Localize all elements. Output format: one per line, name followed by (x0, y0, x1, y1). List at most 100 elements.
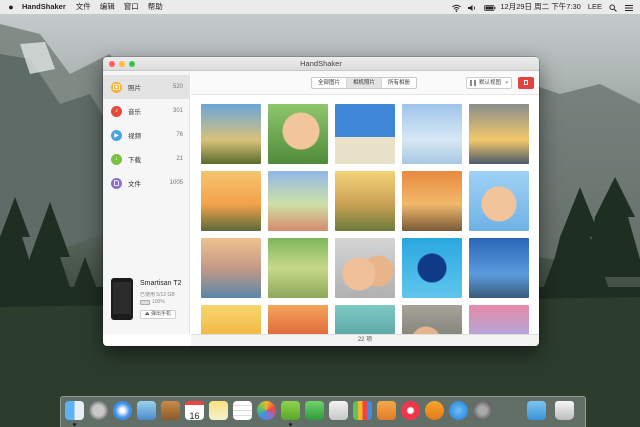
device-battery-value: 100% (152, 299, 165, 305)
photo-thumbnail[interactable] (469, 104, 529, 164)
photo-thumbnail[interactable] (335, 238, 395, 298)
photo-thumbnail[interactable] (469, 171, 529, 231)
eject-phone-button[interactable]: ⏏ 弹出手机 (140, 310, 176, 319)
download-icon: ↓ (111, 153, 122, 165)
photo-thumbnail[interactable] (469, 238, 529, 298)
photo-thumbnail[interactable] (402, 104, 462, 164)
sidebar-item-label: 文件 (128, 181, 141, 188)
photo-thumbnail[interactable] (268, 171, 328, 231)
menu-bar: ● HandShaker 文件 编辑 窗口 帮助 12月29日 周二 下午7:3… (0, 0, 640, 14)
sidebar-item-count: 76 (176, 132, 183, 138)
handshaker-icon[interactable] (281, 401, 300, 420)
photo-thumbnail[interactable] (335, 305, 395, 334)
system-preferences-icon[interactable] (473, 401, 492, 420)
item-count: 22 项 (357, 337, 373, 343)
sidebar-item-photos[interactable]: 照片 520 (103, 75, 189, 99)
menu-file[interactable]: 文件 (76, 0, 91, 14)
music-app-icon[interactable] (401, 401, 420, 420)
downloads-folder-icon[interactable] (527, 401, 546, 420)
photo-thumbnail[interactable] (268, 238, 328, 298)
photo-grid (201, 104, 531, 334)
photo-thumbnail[interactable] (402, 171, 462, 231)
sidebar-item-label: 视频 (128, 133, 141, 140)
finder-icon[interactable] (65, 401, 84, 420)
sidebar-item-music[interactable]: ♪ 音乐 301 (103, 99, 189, 123)
sidebar: 照片 520 ♪ 音乐 301 ▶ 视频 76 ↓ 下载 21 文件 1005 … (103, 71, 190, 334)
keynote-icon[interactable] (329, 401, 348, 420)
photo-thumbnail[interactable] (402, 238, 462, 298)
safari-icon[interactable] (113, 401, 132, 420)
sidebar-item-count: 301 (172, 108, 183, 114)
photo-thumbnail[interactable] (201, 104, 261, 164)
minimize-button[interactable] (119, 61, 125, 67)
sidebar-item-downloads[interactable]: ↓ 下载 21 (103, 147, 189, 171)
menu-window[interactable]: 窗口 (124, 0, 139, 14)
numbers-icon[interactable] (353, 401, 372, 420)
apple-menu-icon[interactable]: ● (6, 0, 16, 14)
battery-level-icon (140, 299, 150, 305)
photo-thumbnail[interactable] (335, 171, 395, 231)
device-name: Smartisan T2 (140, 280, 182, 287)
contacts-icon[interactable] (161, 401, 180, 420)
sidebar-item-label: 下载 (128, 157, 141, 164)
sidebar-item-label: 照片 (128, 85, 141, 92)
notification-center-icon[interactable] (625, 3, 634, 11)
handshaker-window: HandShaker 照片 520 ♪ 音乐 301 ▶ 视频 76 ↓ 下载 … (103, 57, 539, 346)
spotlight-search-icon[interactable] (609, 3, 618, 12)
zoom-button[interactable] (129, 61, 135, 67)
photo-thumbnail[interactable] (201, 238, 261, 298)
battery-icon[interactable] (484, 3, 496, 11)
photo-thumbnail[interactable] (201, 171, 261, 231)
tab-all-albums[interactable]: 所有相册 (382, 78, 417, 88)
tab-camera-photos[interactable]: 相机照片 (347, 78, 383, 88)
running-indicator (289, 423, 292, 426)
view-mode-label: 默认视图 (479, 80, 502, 86)
photo-thumbnail[interactable] (469, 305, 529, 334)
preview-icon[interactable] (137, 401, 156, 420)
phone-device-icon (111, 278, 133, 320)
photo-thumbnail[interactable] (268, 104, 328, 164)
device-panel: Smartisan T2 已使用 5/12 GB 100% ⏏ 弹出手机 (109, 276, 187, 326)
tab-all-photos[interactable]: 全部图片 (312, 78, 348, 88)
delete-button[interactable] (518, 77, 534, 89)
menu-app-name[interactable]: HandShaker (22, 0, 66, 14)
photo-icon (111, 81, 122, 93)
window-controls (109, 61, 135, 67)
facetime-icon[interactable] (305, 401, 324, 420)
eject-label: 弹出手机 (151, 311, 172, 317)
sidebar-item-files[interactable]: 文件 1005 (103, 171, 189, 195)
toolbar: 全部图片 相机照片 所有相册 默认视图 ▾ (191, 71, 539, 95)
view-mode-select[interactable]: 默认视图 ▾ (466, 77, 512, 89)
close-button[interactable] (109, 61, 115, 67)
file-icon (111, 177, 122, 189)
sidebar-item-count: 21 (176, 156, 183, 162)
running-indicator (73, 423, 76, 426)
dock: 16 (60, 396, 586, 427)
sidebar-item-count: 520 (172, 84, 183, 90)
appstore-icon[interactable] (449, 401, 468, 420)
chevron-down-icon: ▾ (505, 80, 508, 86)
volume-icon[interactable] (468, 3, 477, 11)
device-battery: 100% (140, 299, 165, 305)
photo-thumbnail[interactable] (335, 104, 395, 164)
reminders-icon[interactable] (233, 401, 252, 420)
wifi-icon[interactable] (452, 3, 462, 12)
menubar-clock[interactable]: 12月29日 周二 下午7:30 (500, 0, 580, 14)
title-bar[interactable]: HandShaker (103, 57, 539, 71)
pages-icon[interactable] (377, 401, 396, 420)
photo-thumbnail[interactable] (268, 305, 328, 334)
ibooks-icon[interactable] (425, 401, 444, 420)
menubar-user[interactable]: LEE (588, 0, 602, 14)
menu-help[interactable]: 帮助 (148, 0, 163, 14)
notes-icon[interactable] (209, 401, 228, 420)
launchpad-icon[interactable] (89, 401, 108, 420)
calendar-day: 16 (189, 411, 200, 420)
sidebar-item-videos[interactable]: ▶ 视频 76 (103, 123, 189, 147)
trash-icon[interactable] (555, 401, 574, 420)
photo-thumbnail[interactable] (201, 305, 261, 334)
menu-edit[interactable]: 编辑 (100, 0, 115, 14)
photos-icon[interactable] (257, 401, 276, 420)
music-icon: ♪ (111, 105, 122, 117)
calendar-icon[interactable]: 16 (185, 401, 204, 420)
photo-thumbnail[interactable] (402, 305, 462, 334)
